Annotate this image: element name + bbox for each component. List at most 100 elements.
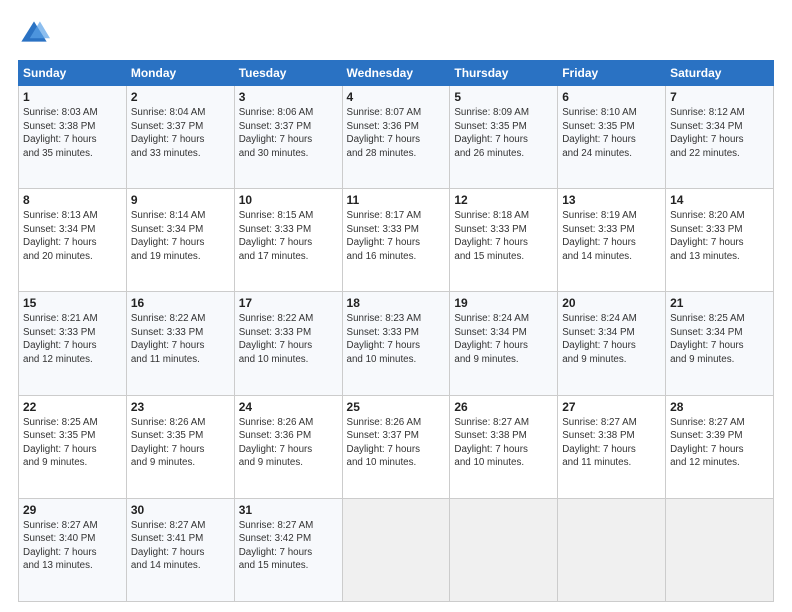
calendar-week-row: 22 Sunrise: 8:25 AM Sunset: 3:35 PM Dayli… xyxy=(19,395,774,498)
day-info: Sunrise: 8:26 AM Sunset: 3:35 PM Dayligh… xyxy=(131,417,206,469)
day-info: Sunrise: 8:25 AM Sunset: 3:35 PM Dayligh… xyxy=(23,417,98,469)
day-info: Sunrise: 8:24 AM Sunset: 3:34 PM Dayligh… xyxy=(562,313,637,365)
column-header-tuesday: Tuesday xyxy=(234,61,342,86)
calendar-day-cell: 18 Sunrise: 8:23 AM Sunset: 3:33 PM Dayli… xyxy=(342,292,450,395)
day-info: Sunrise: 8:12 AM Sunset: 3:34 PM Dayligh… xyxy=(670,107,745,159)
column-header-saturday: Saturday xyxy=(666,61,774,86)
calendar-week-row: 29 Sunrise: 8:27 AM Sunset: 3:40 PM Dayli… xyxy=(19,498,774,601)
day-number: 26 xyxy=(454,400,553,414)
calendar-day-cell: 22 Sunrise: 8:25 AM Sunset: 3:35 PM Dayli… xyxy=(19,395,127,498)
day-info: Sunrise: 8:27 AM Sunset: 3:38 PM Dayligh… xyxy=(454,417,529,469)
day-info: Sunrise: 8:06 AM Sunset: 3:37 PM Dayligh… xyxy=(239,107,314,159)
calendar-day-cell: 26 Sunrise: 8:27 AM Sunset: 3:38 PM Dayli… xyxy=(450,395,558,498)
logo xyxy=(18,18,54,50)
day-number: 1 xyxy=(23,90,122,104)
calendar-day-cell: 30 Sunrise: 8:27 AM Sunset: 3:41 PM Dayli… xyxy=(126,498,234,601)
day-number: 14 xyxy=(670,193,769,207)
column-header-wednesday: Wednesday xyxy=(342,61,450,86)
day-number: 29 xyxy=(23,503,122,517)
day-number: 31 xyxy=(239,503,338,517)
page-header xyxy=(18,18,774,50)
day-info: Sunrise: 8:27 AM Sunset: 3:39 PM Dayligh… xyxy=(670,417,745,469)
calendar-day-cell: 19 Sunrise: 8:24 AM Sunset: 3:34 PM Dayli… xyxy=(450,292,558,395)
calendar-week-row: 15 Sunrise: 8:21 AM Sunset: 3:33 PM Dayli… xyxy=(19,292,774,395)
calendar-day-cell: 12 Sunrise: 8:18 AM Sunset: 3:33 PM Dayli… xyxy=(450,189,558,292)
day-number: 17 xyxy=(239,296,338,310)
logo-icon xyxy=(18,18,50,50)
calendar-header-row: SundayMondayTuesdayWednesdayThursdayFrid… xyxy=(19,61,774,86)
day-info: Sunrise: 8:26 AM Sunset: 3:36 PM Dayligh… xyxy=(239,417,314,469)
calendar-day-cell xyxy=(666,498,774,601)
calendar-day-cell: 1 Sunrise: 8:03 AM Sunset: 3:38 PM Daylig… xyxy=(19,86,127,189)
calendar-table: SundayMondayTuesdayWednesdayThursdayFrid… xyxy=(18,60,774,602)
calendar-day-cell: 14 Sunrise: 8:20 AM Sunset: 3:33 PM Dayli… xyxy=(666,189,774,292)
calendar-day-cell: 24 Sunrise: 8:26 AM Sunset: 3:36 PM Dayli… xyxy=(234,395,342,498)
calendar-day-cell: 7Sunrise: 8:12 AM Sunset: 3:34 PM Daylig… xyxy=(666,86,774,189)
day-info: Sunrise: 8:15 AM Sunset: 3:33 PM Dayligh… xyxy=(239,210,314,262)
calendar-day-cell: 8 Sunrise: 8:13 AM Sunset: 3:34 PM Daylig… xyxy=(19,189,127,292)
day-info: Sunrise: 8:20 AM Sunset: 3:33 PM Dayligh… xyxy=(670,210,745,262)
day-number: 15 xyxy=(23,296,122,310)
day-info: Sunrise: 8:21 AM Sunset: 3:33 PM Dayligh… xyxy=(23,313,98,365)
day-info: Sunrise: 8:27 AM Sunset: 3:40 PM Dayligh… xyxy=(23,520,98,572)
day-info: Sunrise: 8:26 AM Sunset: 3:37 PM Dayligh… xyxy=(347,417,422,469)
day-info: Sunrise: 8:27 AM Sunset: 3:41 PM Dayligh… xyxy=(131,520,206,572)
calendar-day-cell: 11 Sunrise: 8:17 AM Sunset: 3:33 PM Dayli… xyxy=(342,189,450,292)
day-info: Sunrise: 8:22 AM Sunset: 3:33 PM Dayligh… xyxy=(131,313,206,365)
day-number: 20 xyxy=(562,296,661,310)
day-number: 19 xyxy=(454,296,553,310)
calendar-day-cell: 25 Sunrise: 8:26 AM Sunset: 3:37 PM Dayli… xyxy=(342,395,450,498)
calendar-day-cell: 27 Sunrise: 8:27 AM Sunset: 3:38 PM Dayli… xyxy=(558,395,666,498)
day-number: 28 xyxy=(670,400,769,414)
day-number: 16 xyxy=(131,296,230,310)
calendar-day-cell: 2 Sunrise: 8:04 AM Sunset: 3:37 PM Daylig… xyxy=(126,86,234,189)
calendar-day-cell xyxy=(558,498,666,601)
day-info: Sunrise: 8:07 AM Sunset: 3:36 PM Dayligh… xyxy=(347,107,422,159)
calendar-day-cell: 23 Sunrise: 8:26 AM Sunset: 3:35 PM Dayli… xyxy=(126,395,234,498)
day-number: 9 xyxy=(131,193,230,207)
day-info: Sunrise: 8:23 AM Sunset: 3:33 PM Dayligh… xyxy=(347,313,422,365)
day-number: 13 xyxy=(562,193,661,207)
day-info: Sunrise: 8:22 AM Sunset: 3:33 PM Dayligh… xyxy=(239,313,314,365)
day-number: 10 xyxy=(239,193,338,207)
day-number: 25 xyxy=(347,400,446,414)
day-number: 6 xyxy=(562,90,661,104)
calendar-day-cell: 20 Sunrise: 8:24 AM Sunset: 3:34 PM Dayli… xyxy=(558,292,666,395)
day-number: 12 xyxy=(454,193,553,207)
day-number: 4 xyxy=(347,90,446,104)
calendar-day-cell: 10 Sunrise: 8:15 AM Sunset: 3:33 PM Dayli… xyxy=(234,189,342,292)
calendar-week-row: 1 Sunrise: 8:03 AM Sunset: 3:38 PM Daylig… xyxy=(19,86,774,189)
day-info: Sunrise: 8:25 AM Sunset: 3:34 PM Dayligh… xyxy=(670,313,745,365)
day-info: Sunrise: 8:17 AM Sunset: 3:33 PM Dayligh… xyxy=(347,210,422,262)
day-number: 27 xyxy=(562,400,661,414)
calendar-day-cell xyxy=(450,498,558,601)
calendar-day-cell: 28 Sunrise: 8:27 AM Sunset: 3:39 PM Dayli… xyxy=(666,395,774,498)
day-number: 3 xyxy=(239,90,338,104)
day-info: Sunrise: 8:18 AM Sunset: 3:33 PM Dayligh… xyxy=(454,210,529,262)
day-number: 11 xyxy=(347,193,446,207)
day-number: 18 xyxy=(347,296,446,310)
day-info: Sunrise: 8:04 AM Sunset: 3:37 PM Dayligh… xyxy=(131,107,206,159)
day-info: Sunrise: 8:27 AM Sunset: 3:38 PM Dayligh… xyxy=(562,417,637,469)
day-number: 23 xyxy=(131,400,230,414)
day-info: Sunrise: 8:14 AM Sunset: 3:34 PM Dayligh… xyxy=(131,210,206,262)
calendar-day-cell: 3 Sunrise: 8:06 AM Sunset: 3:37 PM Daylig… xyxy=(234,86,342,189)
day-number: 22 xyxy=(23,400,122,414)
calendar-day-cell: 29 Sunrise: 8:27 AM Sunset: 3:40 PM Dayli… xyxy=(19,498,127,601)
day-number: 21 xyxy=(670,296,769,310)
day-info: Sunrise: 8:09 AM Sunset: 3:35 PM Dayligh… xyxy=(454,107,529,159)
day-number: 2 xyxy=(131,90,230,104)
calendar-week-row: 8 Sunrise: 8:13 AM Sunset: 3:34 PM Daylig… xyxy=(19,189,774,292)
calendar-day-cell: 16 Sunrise: 8:22 AM Sunset: 3:33 PM Dayli… xyxy=(126,292,234,395)
column-header-monday: Monday xyxy=(126,61,234,86)
day-number: 8 xyxy=(23,193,122,207)
day-info: Sunrise: 8:19 AM Sunset: 3:33 PM Dayligh… xyxy=(562,210,637,262)
day-info: Sunrise: 8:24 AM Sunset: 3:34 PM Dayligh… xyxy=(454,313,529,365)
day-number: 30 xyxy=(131,503,230,517)
day-info: Sunrise: 8:03 AM Sunset: 3:38 PM Dayligh… xyxy=(23,107,98,159)
column-header-thursday: Thursday xyxy=(450,61,558,86)
calendar-day-cell: 6Sunrise: 8:10 AM Sunset: 3:35 PM Daylig… xyxy=(558,86,666,189)
day-info: Sunrise: 8:13 AM Sunset: 3:34 PM Dayligh… xyxy=(23,210,98,262)
day-number: 24 xyxy=(239,400,338,414)
day-number: 5 xyxy=(454,90,553,104)
